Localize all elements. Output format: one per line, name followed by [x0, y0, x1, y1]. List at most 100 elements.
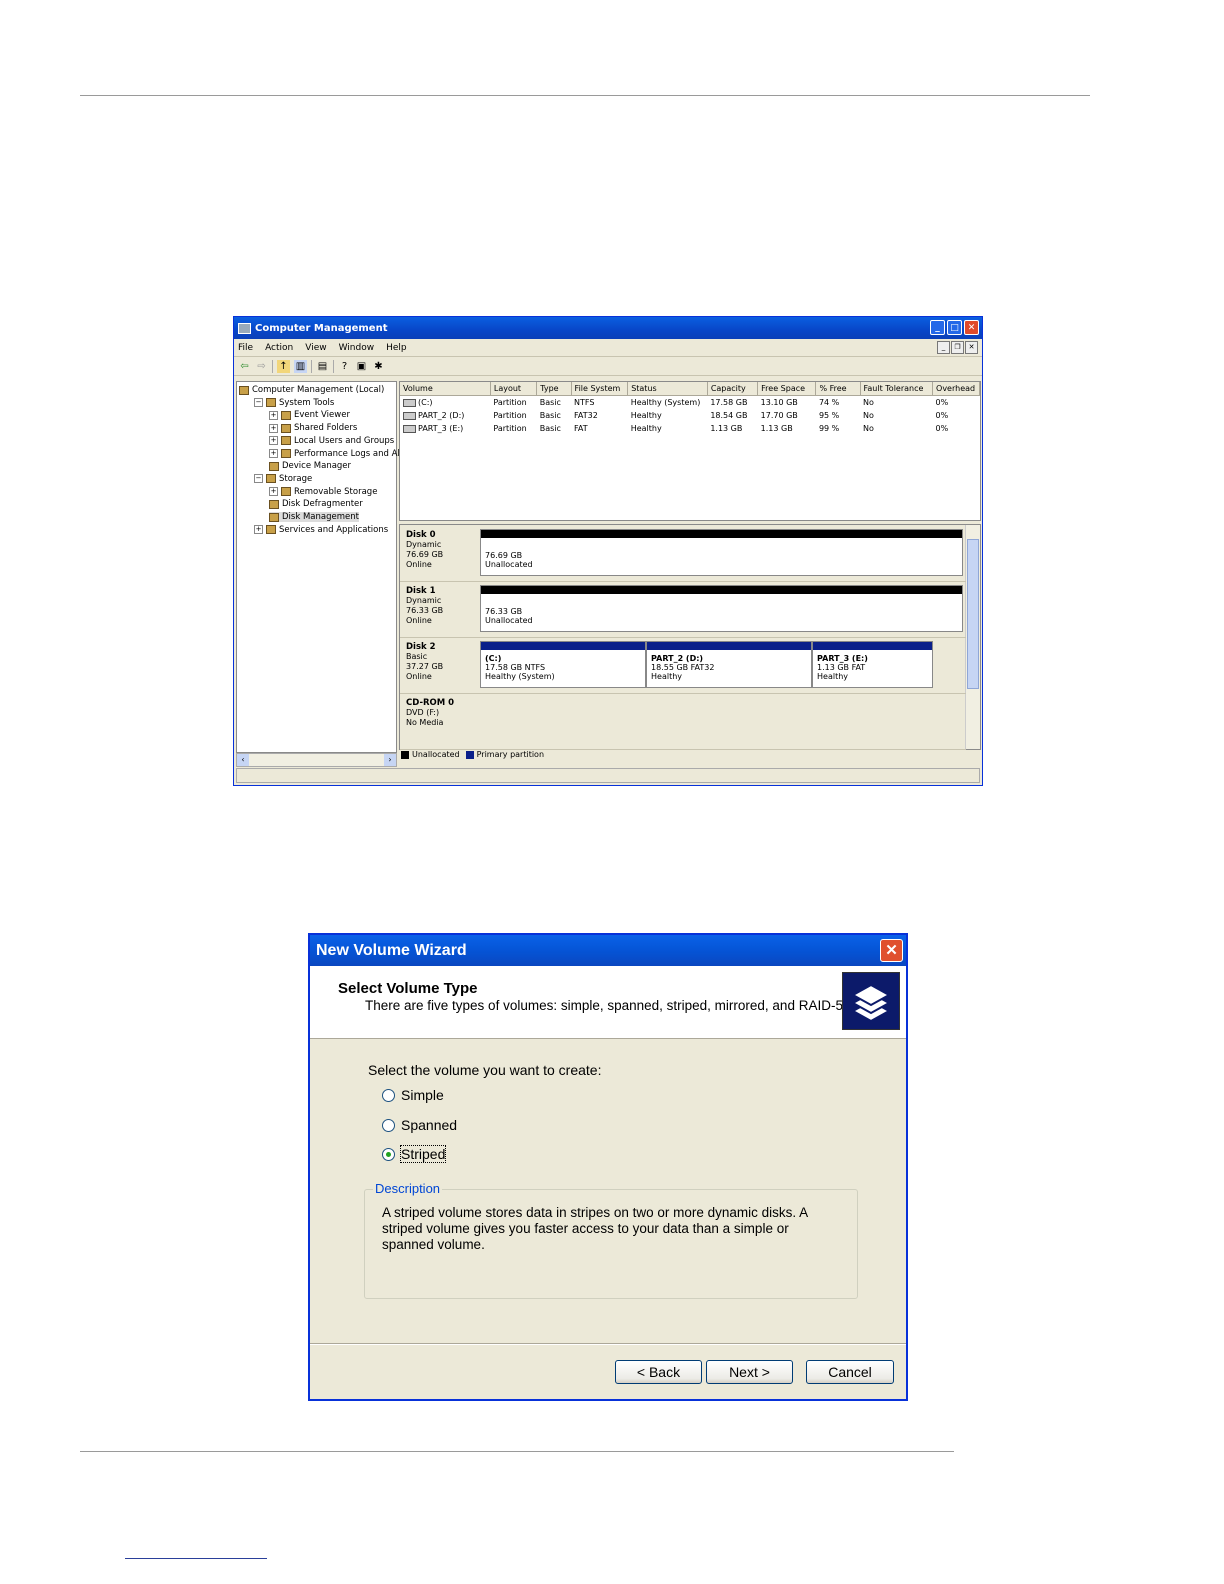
- scroll-thumb[interactable]: [967, 539, 979, 689]
- tree-item[interactable]: − Storage: [254, 474, 312, 484]
- description-group: Description A striped volume stores data…: [364, 1181, 858, 1299]
- mdi-minimize-icon[interactable]: _: [937, 341, 950, 354]
- close-button[interactable]: ✕: [964, 320, 979, 335]
- forward-arrow-icon[interactable]: ⇨: [255, 360, 268, 373]
- cm-titlebar[interactable]: Computer Management _ □ ✕: [234, 317, 982, 339]
- column-header[interactable]: Fault Tolerance: [860, 382, 934, 396]
- cell-text: Healthy (System): [630, 398, 701, 407]
- footer-link-underline[interactable]: [125, 1558, 267, 1559]
- tree-expander-icon[interactable]: +: [269, 487, 278, 497]
- radio-spanned[interactable]: Spanned: [382, 1117, 457, 1133]
- table-cell: Basic: [537, 409, 571, 422]
- table-row[interactable]: (C:) Partition Basic NTFS Healthy (System) 17…: [400, 396, 980, 410]
- disk-row[interactable]: Disk 1 Dynamic 76.33 GB Online 76.33 GB Unall…: [400, 582, 966, 638]
- cell-text: NTFS: [574, 398, 595, 407]
- radio-striped-label[interactable]: Striped: [399, 1145, 447, 1163]
- table-cell: NTFS: [571, 396, 628, 410]
- column-header[interactable]: Layout: [490, 382, 538, 396]
- maximize-button[interactable]: □: [947, 320, 962, 335]
- menu-action[interactable]: Action: [265, 343, 293, 353]
- tree-expander-icon[interactable]: −: [254, 398, 263, 408]
- tree-item[interactable]: + Local Users and Groups: [269, 436, 394, 446]
- column-header[interactable]: File System: [571, 382, 629, 396]
- scroll-right-icon[interactable]: ›: [384, 754, 396, 766]
- partition-color-bar: [481, 642, 645, 650]
- scroll-left-icon[interactable]: ‹: [237, 754, 249, 766]
- mdi-restore-icon[interactable]: ❐: [951, 341, 964, 354]
- tree-item[interactable]: Computer Management (Local): [239, 385, 384, 395]
- back-button[interactable]: < Back: [615, 1360, 702, 1384]
- radio-striped[interactable]: Striped: [382, 1145, 447, 1163]
- tree-item-label: Event Viewer: [294, 410, 350, 421]
- radio-simple-circle[interactable]: [382, 1088, 395, 1102]
- minimize-button[interactable]: _: [930, 320, 945, 335]
- table-row[interactable]: PART_3 (E:) Partition Basic FAT Healthy 1.13 …: [400, 422, 980, 435]
- menu-help[interactable]: Help: [386, 343, 407, 353]
- properties-icon[interactable]: ▤: [316, 360, 329, 373]
- partition-block[interactable]: (C:) 17.58 GB NTFS Healthy (System): [480, 641, 646, 688]
- partition-block[interactable]: PART_3 (E:) 1.13 GB FAT Healthy: [812, 641, 933, 688]
- radio-simple[interactable]: Simple: [382, 1087, 444, 1103]
- radio-simple-label[interactable]: Simple: [401, 1087, 444, 1103]
- menu-view[interactable]: View: [305, 343, 326, 353]
- table-cell: 1.13 GB: [758, 422, 816, 435]
- partition-color-bar: [647, 642, 811, 650]
- show-tree-icon[interactable]: ▥: [294, 359, 307, 373]
- partition-block[interactable]: 76.33 GB Unallocated: [480, 585, 963, 632]
- wizard-close-button[interactable]: ✕: [880, 939, 903, 962]
- disk-row[interactable]: Disk 0 Dynamic 76.69 GB Online 76.69 GB Unall…: [400, 526, 966, 582]
- next-button[interactable]: Next >: [706, 1360, 793, 1384]
- table-cell: Partition: [490, 409, 536, 422]
- tree-expander-icon[interactable]: +: [269, 423, 278, 433]
- column-header[interactable]: Free Space: [757, 382, 817, 396]
- cancel-button[interactable]: Cancel: [806, 1360, 894, 1384]
- disk-vscrollbar[interactable]: [965, 525, 980, 749]
- tree-item[interactable]: + Event Viewer: [269, 410, 350, 420]
- radio-spanned-circle[interactable]: [382, 1118, 395, 1132]
- tree-item[interactable]: + Services and Applications: [254, 525, 388, 535]
- tree-item[interactable]: + Removable Storage: [269, 487, 377, 497]
- tree-node-icon: [281, 410, 291, 420]
- up-folder-icon[interactable]: ↑: [277, 359, 290, 373]
- wizard-titlebar[interactable]: New Volume Wizard ✕: [310, 935, 906, 966]
- table-cell: PART_3 (E:): [400, 422, 490, 435]
- column-header[interactable]: % Free: [815, 382, 861, 396]
- mdi-close-icon[interactable]: ✕: [965, 341, 978, 354]
- column-header[interactable]: Overhead: [932, 382, 980, 396]
- tree-item[interactable]: Device Manager: [269, 461, 351, 471]
- top-rule: [80, 95, 1090, 96]
- column-header[interactable]: Capacity: [707, 382, 759, 396]
- disk-row[interactable]: Disk 2 Basic 37.27 GB Online (C:) 17.58 GB NT…: [400, 638, 966, 694]
- settings-icon[interactable]: ✱: [372, 360, 385, 373]
- partition-block[interactable]: 76.69 GB Unallocated: [480, 529, 963, 576]
- menu-window[interactable]: Window: [339, 343, 375, 353]
- disk-row[interactable]: CD-ROM 0 DVD (F:) No Media: [400, 694, 966, 750]
- tree-hscrollbar[interactable]: ‹ ›: [236, 753, 397, 767]
- partition-block[interactable]: PART_2 (D:) 18.55 GB FAT32 Healthy: [646, 641, 812, 688]
- cell-text: PART_3 (E:): [418, 424, 464, 433]
- tree-node-icon: [281, 449, 291, 458]
- tree-item[interactable]: − System Tools: [254, 398, 334, 408]
- tree-expander-icon[interactable]: +: [269, 410, 278, 420]
- column-header[interactable]: Volume: [400, 382, 491, 396]
- back-arrow-icon[interactable]: ⇦: [238, 360, 251, 373]
- column-header[interactable]: Type: [536, 382, 572, 396]
- radio-striped-circle[interactable]: [382, 1147, 395, 1161]
- connect-icon[interactable]: ▣: [355, 360, 368, 373]
- help-icon[interactable]: ?: [338, 360, 351, 373]
- radio-spanned-label[interactable]: Spanned: [401, 1117, 457, 1133]
- tree-expander-icon[interactable]: −: [254, 474, 263, 484]
- column-header[interactable]: Status: [627, 382, 708, 396]
- tree-item[interactable]: Disk Defragmenter: [269, 499, 363, 509]
- tree-expander-icon[interactable]: +: [269, 449, 278, 458]
- table-row[interactable]: PART_2 (D:) Partition Basic FAT32 Healthy 18.…: [400, 409, 980, 422]
- menu-file[interactable]: File: [238, 343, 253, 353]
- tree-item[interactable]: Disk Management: [269, 512, 359, 522]
- tree-node-icon: [266, 398, 276, 408]
- tree-expander-icon[interactable]: +: [269, 436, 278, 446]
- tree-item[interactable]: + Performance Logs and Alerts: [269, 449, 416, 459]
- tree-expander-icon[interactable]: +: [254, 525, 263, 535]
- tree-item[interactable]: + Shared Folders: [269, 423, 357, 433]
- partition-line2: 76.69 GB: [485, 551, 523, 560]
- cm-menubar: File Action View Window Help _ ❐ ✕: [234, 339, 982, 357]
